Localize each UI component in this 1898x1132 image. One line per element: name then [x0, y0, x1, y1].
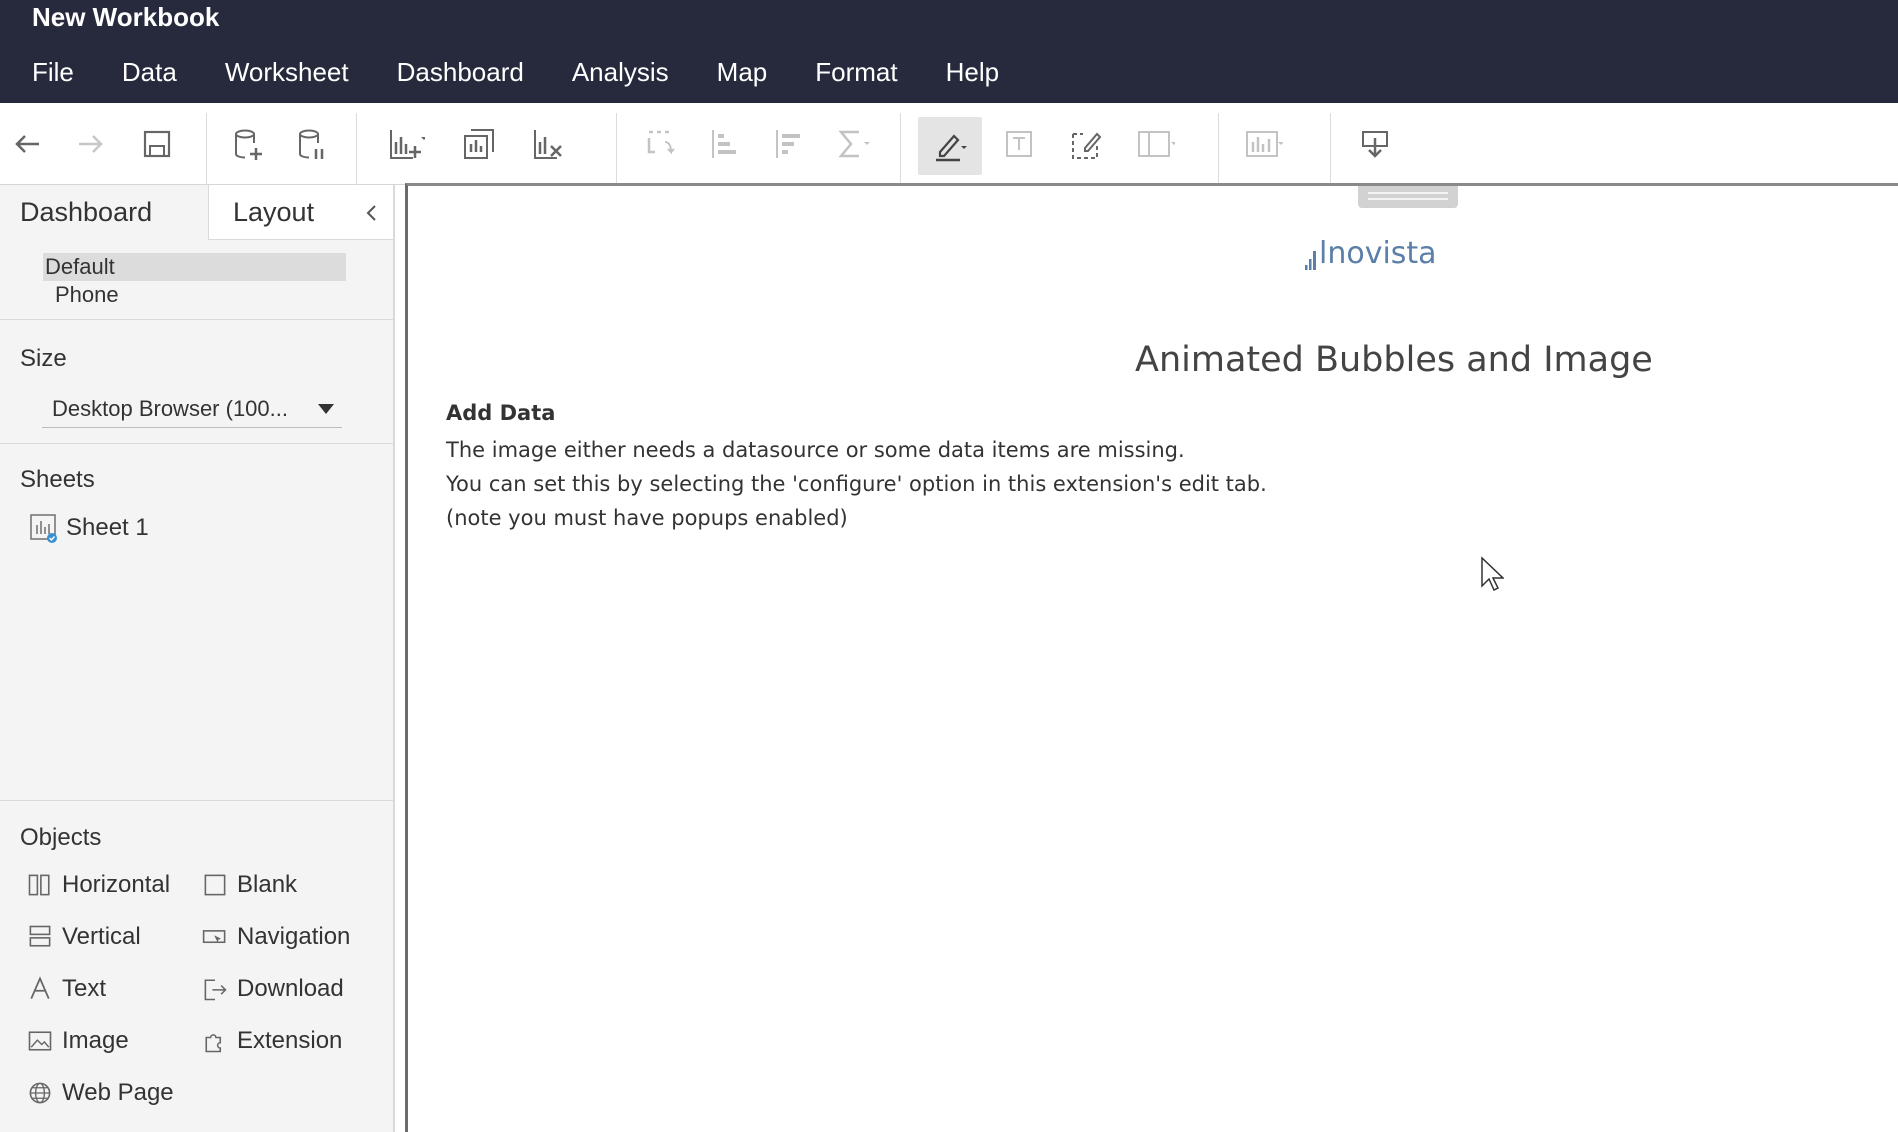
clear-sheet-icon[interactable]	[524, 121, 574, 167]
download-icon	[199, 973, 231, 1005]
object-web-page[interactable]: Web Page	[24, 1077, 174, 1109]
object-image[interactable]: Image	[24, 1025, 129, 1057]
pane-tabs: Dashboard Layout	[0, 185, 393, 240]
menu-worksheet[interactable]: Worksheet	[201, 52, 373, 92]
new-worksheet-icon[interactable]	[380, 121, 430, 167]
menu-analysis[interactable]: Analysis	[548, 52, 693, 92]
dashboard-canvas[interactable]: lnovista Animated Bubbles and Image Add …	[405, 183, 1898, 1132]
pause-updates-icon[interactable]	[286, 121, 336, 167]
dashboard-pane: Dashboard Layout Default Phone Size Desk…	[0, 185, 395, 1132]
annotate-icon[interactable]	[1060, 121, 1110, 167]
extension-icon	[199, 1025, 231, 1057]
message-line: You can set this by selecting the 'confi…	[446, 472, 1267, 496]
sort-descending-icon[interactable]	[762, 121, 812, 167]
fit-icon[interactable]	[1130, 121, 1180, 167]
totals-icon[interactable]	[826, 121, 876, 167]
menu-file[interactable]: File	[8, 52, 98, 92]
object-label: Blank	[237, 871, 298, 898]
text-icon	[24, 973, 56, 1005]
image-icon	[24, 1025, 56, 1057]
size-section-title: Size	[20, 345, 67, 372]
new-datasource-icon[interactable]	[222, 121, 272, 167]
dashboard-title: Animated Bubbles and Image	[1135, 340, 1653, 380]
object-label: Horizontal	[62, 871, 171, 898]
title-bar: New Workbook File Data Worksheet Dashboa…	[0, 0, 1898, 103]
add-data-heading: Add Data	[446, 401, 556, 425]
object-label: Vertical	[62, 923, 141, 950]
objects-section-title: Objects	[20, 824, 102, 851]
collapse-pane-icon[interactable]	[358, 199, 386, 227]
message-line: The image either needs a datasource or s…	[446, 438, 1185, 462]
labels-icon[interactable]	[994, 121, 1044, 167]
object-label: Download	[237, 975, 344, 1002]
object-label: Image	[62, 1027, 129, 1054]
highlight-icon[interactable]	[918, 117, 982, 175]
window-title: New Workbook	[32, 2, 220, 32]
object-label: Web Page	[62, 1079, 174, 1106]
sheet-label: Sheet 1	[66, 514, 149, 541]
device-phone[interactable]: Phone	[55, 281, 119, 309]
save-icon[interactable]	[132, 121, 182, 167]
tab-dashboard[interactable]: Dashboard	[0, 185, 208, 240]
blank-icon	[199, 869, 231, 901]
menu-help[interactable]: Help	[922, 52, 1023, 92]
logo-text: lnovista	[1319, 236, 1437, 271]
toolbar-separator	[206, 113, 207, 185]
menu-bar: File Data Worksheet Dashboard Analysis M…	[8, 52, 1023, 92]
object-label: Navigation	[237, 923, 351, 950]
menu-map[interactable]: Map	[693, 52, 792, 92]
object-label: Extension	[237, 1027, 343, 1054]
logo: lnovista	[1305, 236, 1437, 271]
object-text[interactable]: Text	[24, 973, 106, 1005]
device-default[interactable]: Default	[43, 253, 346, 281]
size-dropdown[interactable]: Desktop Browser (100...	[42, 390, 342, 428]
mouse-cursor-icon	[1481, 556, 1504, 592]
toolbar-separator	[356, 113, 357, 185]
sort-ascending-icon[interactable]	[698, 121, 748, 167]
horizontal-container-icon	[24, 869, 56, 901]
object-download[interactable]: Download	[199, 973, 344, 1005]
worksheet-icon	[30, 514, 57, 543]
menu-dashboard[interactable]: Dashboard	[373, 52, 548, 92]
back-icon[interactable]	[2, 121, 52, 167]
divider	[0, 319, 393, 320]
toolbar-separator	[1330, 113, 1331, 185]
sheets-section-title: Sheets	[20, 466, 95, 493]
chevron-down-icon	[318, 404, 334, 414]
forward-icon[interactable]	[66, 121, 116, 167]
show-me-icon[interactable]	[1238, 121, 1288, 167]
toolbar-separator	[616, 113, 617, 185]
globe-icon	[24, 1077, 56, 1109]
object-horizontal[interactable]: Horizontal	[24, 869, 170, 901]
divider	[0, 443, 393, 444]
size-dropdown-value: Desktop Browser (100...	[52, 396, 288, 421]
drag-handle[interactable]	[1358, 186, 1458, 208]
sheet-item[interactable]: Sheet 1	[28, 512, 149, 544]
toolbar	[0, 103, 1898, 185]
menu-format[interactable]: Format	[791, 52, 921, 92]
vertical-container-icon	[24, 921, 56, 953]
navigation-icon	[199, 921, 231, 953]
logo-bars-icon	[1305, 251, 1316, 270]
object-vertical[interactable]: Vertical	[24, 921, 141, 953]
object-label: Text	[62, 975, 107, 1002]
menu-data[interactable]: Data	[98, 52, 201, 92]
toolbar-separator	[1218, 113, 1219, 185]
duplicate-sheet-icon[interactable]	[454, 121, 504, 167]
object-navigation[interactable]: Navigation	[199, 921, 350, 953]
extension-message: Add Data The image either needs a dataso…	[446, 401, 1267, 535]
toolbar-separator	[900, 113, 901, 185]
object-blank[interactable]: Blank	[199, 869, 297, 901]
object-extension[interactable]: Extension	[199, 1025, 342, 1057]
present-icon[interactable]	[1350, 121, 1400, 167]
message-line: (note you must have popups enabled)	[446, 506, 848, 530]
divider	[0, 800, 393, 801]
swap-icon[interactable]	[636, 121, 686, 167]
